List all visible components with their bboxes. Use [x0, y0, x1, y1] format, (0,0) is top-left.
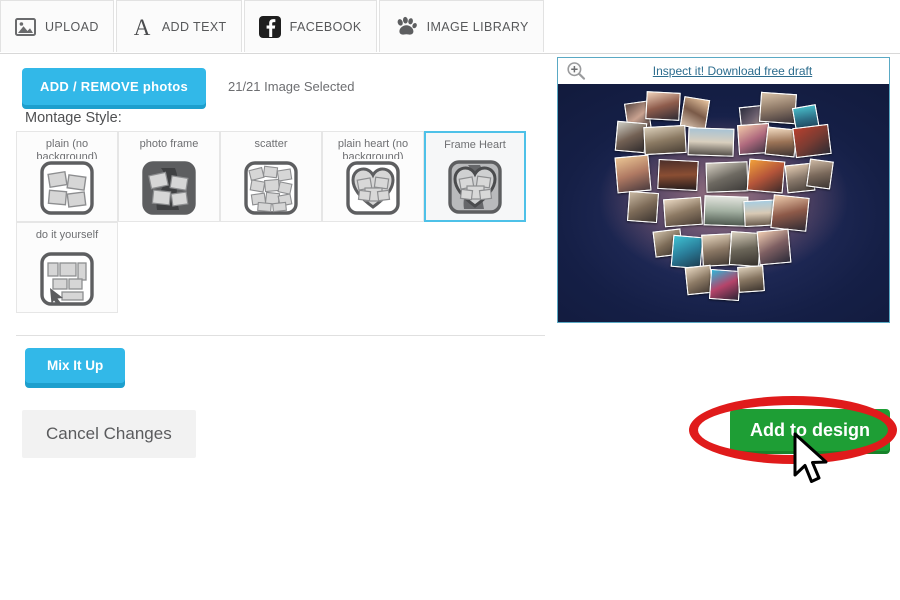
collage-photo: [737, 265, 765, 293]
collage-photo: [703, 195, 749, 227]
plain-thumb-icon: [39, 160, 95, 221]
montage-preview-image[interactable]: [558, 84, 889, 322]
tab-image-library[interactable]: IMAGE LIBRARY: [378, 0, 544, 52]
style-tile-label: scatter: [254, 138, 288, 150]
mix-it-up-button[interactable]: Mix It Up: [25, 348, 126, 383]
preview-header: Inspect it! Download free draft: [558, 58, 889, 84]
collage-photo: [687, 127, 735, 157]
plain-heart-thumb-icon: [345, 160, 401, 221]
style-tile-plain-heart[interactable]: plain heart (no background): [322, 131, 424, 222]
style-tile-label: photo frame: [139, 138, 199, 150]
style-tile-plain[interactable]: plain (no background): [16, 131, 118, 222]
collage-photo: [746, 158, 786, 194]
collage-photo: [657, 158, 699, 192]
tab-image-library-label: IMAGE LIBRARY: [426, 19, 529, 34]
collage-photo: [806, 158, 834, 190]
selected-images-count: 21/21 Image Selected: [227, 78, 355, 94]
style-tile-do-it-yourself[interactable]: do it yourself: [16, 222, 118, 313]
collage-photo: [770, 194, 810, 232]
svg-text:A: A: [134, 15, 151, 39]
do-it-yourself-thumb-icon: [39, 251, 95, 312]
add-to-design-button[interactable]: Add to design: [730, 409, 890, 451]
style-tile-label: plain heart (no background): [337, 138, 409, 159]
tab-facebook[interactable]: FACEBOOK: [243, 0, 377, 52]
collage-photo: [645, 91, 681, 121]
tab-add-text[interactable]: A ADD TEXT: [115, 0, 242, 52]
collage-photo: [708, 268, 742, 302]
inspect-download-link[interactable]: Inspect it! Download free draft: [558, 64, 889, 78]
style-tile-photo-frame[interactable]: photo frame: [118, 131, 220, 222]
letter-a-icon: A: [131, 15, 153, 39]
style-tile-label: plain (no background): [36, 138, 98, 159]
image-icon: [15, 17, 36, 36]
magnifier-plus-icon[interactable]: [566, 61, 586, 86]
collage-photo: [614, 154, 652, 194]
collage-photo: [626, 190, 660, 224]
collage-photo: [792, 123, 832, 159]
collage-photo: [670, 234, 704, 270]
collage-photo: [705, 161, 749, 193]
montage-style-grid: plain (no background) photo frame scatte…: [16, 131, 536, 313]
collage-photo: [614, 120, 648, 154]
cancel-changes-button[interactable]: Cancel Changes: [22, 410, 196, 458]
tab-facebook-label: FACEBOOK: [289, 19, 362, 34]
add-remove-photos-button[interactable]: ADD / REMOVE photos: [22, 67, 206, 105]
tab-add-text-label: ADD TEXT: [161, 19, 227, 34]
frame-heart-thumb-icon: [447, 159, 503, 220]
scatter-thumb-icon: [243, 160, 299, 221]
section-divider: [16, 335, 545, 336]
collage-photo: [663, 196, 703, 228]
tab-upload-label: UPLOAD: [45, 19, 99, 34]
tab-upload[interactable]: UPLOAD: [0, 0, 114, 52]
photo-frame-thumb-icon: [141, 160, 197, 221]
facebook-icon: [258, 15, 281, 38]
style-tile-scatter[interactable]: scatter: [220, 131, 322, 222]
add-remove-row: ADD / REMOVE photos 21/21 Image Selected: [0, 64, 556, 108]
montage-style-label: Montage Style:: [25, 110, 122, 126]
preview-panel: Inspect it! Download free draft: [557, 57, 890, 323]
style-tile-label: Frame Heart: [444, 139, 506, 151]
paw-print-icon: [394, 16, 418, 38]
collage-photo: [756, 228, 792, 266]
collage-photo: [643, 124, 687, 156]
style-tile-frame-heart[interactable]: Frame Heart: [424, 131, 526, 222]
top-tab-bar: UPLOAD A ADD TEXT FACEBOOK IMAGE LIBRARY: [0, 0, 900, 54]
style-tile-label: do it yourself: [35, 229, 99, 241]
